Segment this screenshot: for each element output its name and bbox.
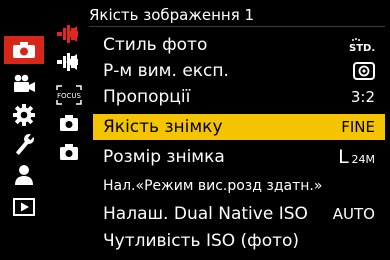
- sub-tab-page-4[interactable]: [53, 113, 85, 137]
- menu-item-value: AUTO: [332, 205, 375, 223]
- tab-custom[interactable]: [4, 101, 44, 129]
- sub-tab-focus[interactable]: FOCUS: [53, 84, 85, 110]
- playback-icon: [13, 198, 35, 216]
- camera-menu-screen: FOCUS Якість зображення 1 Стиль фото STD…: [0, 0, 390, 260]
- menu-item-label: Чутливість ISO (фото): [103, 231, 300, 251]
- picture-size-letter: L: [338, 146, 350, 168]
- tab-video[interactable]: [4, 70, 44, 98]
- menu-item-label: Налаш. Dual Native ISO: [103, 204, 308, 224]
- tab-photo[interactable]: [4, 36, 44, 64]
- tab-playback[interactable]: [4, 193, 44, 221]
- camera-icon: [12, 41, 36, 59]
- tab-setup[interactable]: [4, 131, 44, 159]
- menu-item-value: 3:2: [350, 88, 375, 106]
- menu-item-label: Пропорції: [103, 87, 191, 107]
- wrench-icon: [13, 134, 35, 156]
- page-title: Якість зображення 1: [89, 6, 255, 24]
- my-menu-person-icon: [13, 164, 35, 186]
- picture-size-value: L 24M: [338, 144, 375, 170]
- gear-icon: [13, 104, 35, 126]
- menu-item-aspect-ratio[interactable]: Пропорції 3:2: [93, 84, 385, 110]
- left-menu-rail: [0, 0, 48, 260]
- menu-item-label: Розмір знімка: [103, 147, 225, 167]
- title-divider: [89, 26, 385, 27]
- menu-item-label: Нал.«Режим вис.розд здатн.»: [103, 178, 323, 194]
- focus-icon-label: FOCUS: [57, 92, 82, 100]
- image-quality-red-icon: [57, 23, 81, 49]
- picture-size-megapixels: 24M: [351, 153, 376, 166]
- sub-tab-image-quality-1[interactable]: [53, 24, 85, 48]
- sub-tab-page-5[interactable]: [53, 142, 85, 166]
- menu-item-label: Стиль фото: [103, 35, 208, 55]
- menu-item-dual-native-iso[interactable]: Налаш. Dual Native ISO AUTO: [93, 201, 385, 227]
- menu-item-label: Якість знімку: [103, 117, 223, 137]
- menu-item-picture-quality[interactable]: Якість знімку FINE: [93, 114, 385, 140]
- menu-item-value: FINE: [341, 118, 375, 136]
- camera-page-icon: [59, 114, 79, 136]
- image-quality-icon: [57, 51, 81, 77]
- menu-item-value: STD.: [349, 43, 375, 53]
- menu-item-high-res-mode[interactable]: Нал.«Режим вис.розд здатн.»: [93, 173, 385, 199]
- metering-mode-icon: [353, 58, 375, 84]
- tab-my-menu[interactable]: [4, 161, 44, 189]
- menu-item-metering-mode[interactable]: Р-м вим. експ.: [93, 58, 385, 84]
- video-camera-icon: [12, 74, 36, 94]
- photo-style-std-icon: STD.: [349, 32, 375, 58]
- menu-item-photo-style[interactable]: Стиль фото STD.: [93, 32, 385, 58]
- camera-page-icon: [59, 143, 79, 165]
- menu-item-picture-size[interactable]: Розмір знімка L 24M: [93, 144, 385, 170]
- focus-icon: FOCUS: [54, 83, 84, 111]
- menu-item-iso-sensitivity[interactable]: Чутливість ISO (фото): [93, 228, 385, 254]
- sub-tab-image-quality-2[interactable]: [53, 52, 85, 76]
- sub-menu-rail: FOCUS: [53, 0, 85, 260]
- menu-item-label: Р-м вим. експ.: [103, 61, 229, 81]
